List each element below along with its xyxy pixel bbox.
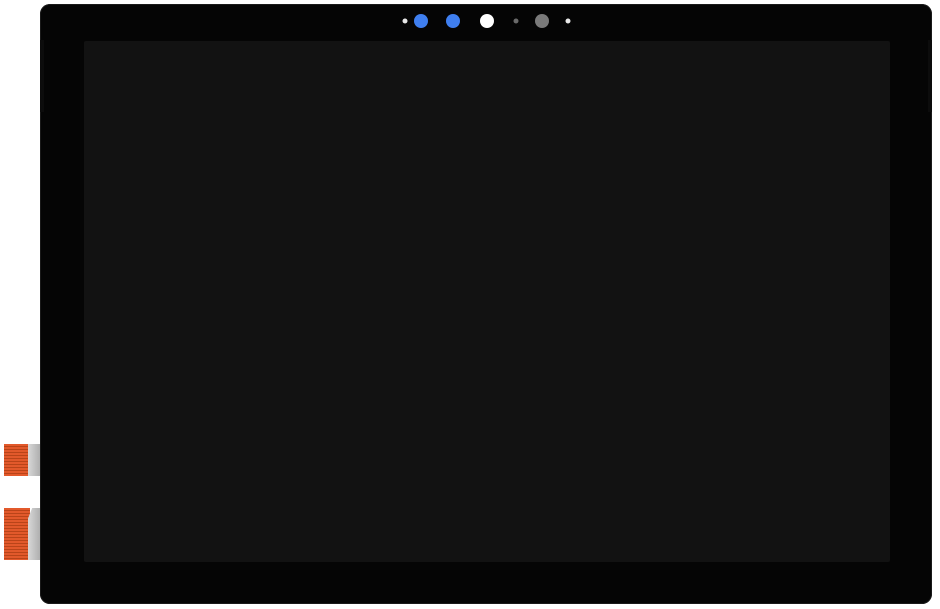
display-screen [84,41,890,562]
ir-emitter-left-icon [402,18,408,24]
ir-emitter-right-icon [565,18,571,24]
camera-sensor-bar [398,10,574,32]
front-camera-icon [480,14,494,28]
camera-lens-icon [535,14,549,28]
display-flex-cable [4,444,42,476]
flex-cable-conductors [4,508,30,560]
flex-cable-conductors [4,444,30,476]
ir-camera-right-icon [446,14,460,28]
digitizer-flex-cable [4,508,42,560]
bezel-notch-left [40,40,44,112]
ambient-light-sensor-icon [513,18,519,24]
bezel-notch-right [928,40,932,112]
ir-camera-left-icon [414,14,428,28]
device-photo [0,0,940,609]
